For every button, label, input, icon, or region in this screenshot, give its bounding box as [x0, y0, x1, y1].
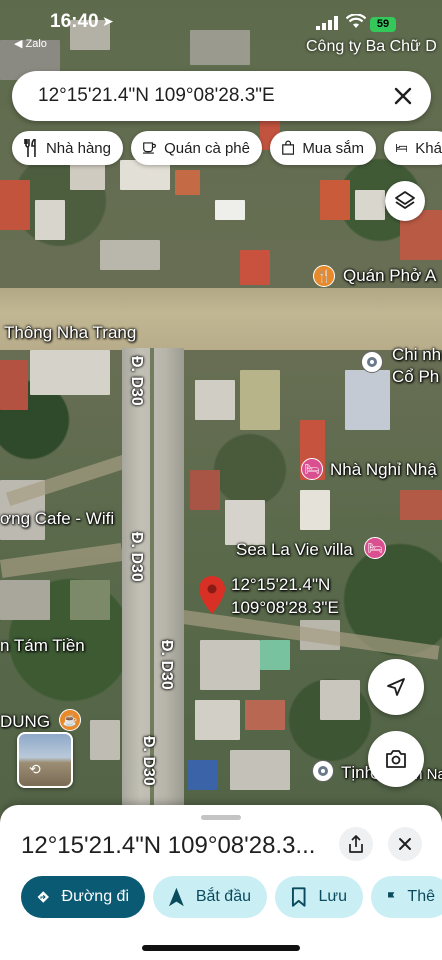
label-villa[interactable]: Sea La Vie villa: [236, 540, 353, 560]
restaurant-icon[interactable]: 🍴: [313, 265, 335, 287]
status-bar: 16:40 ➤ ◀ Zalo 59 Công ty Ba Chữ D: [0, 0, 442, 55]
search-bar[interactable]: 12°15'21.4"N 109°08'28.3"E: [12, 71, 431, 121]
cellular-signal-icon: [316, 16, 338, 30]
wifi-icon: [346, 14, 366, 28]
lens-button[interactable]: [368, 731, 424, 787]
label-pho[interactable]: Quán Phở A: [343, 266, 436, 286]
flag-icon: [388, 892, 395, 903]
layers-button[interactable]: [385, 181, 425, 221]
coffee-icon[interactable]: ☕: [59, 709, 81, 731]
label-chi-nhanh[interactable]: Chi nh: [392, 345, 441, 365]
location-pin-icon[interactable]: [199, 576, 225, 614]
label-dung[interactable]: DUNG: [0, 712, 50, 732]
street-view-thumbnail[interactable]: ⟲: [17, 732, 73, 788]
sheet-drag-handle[interactable]: [201, 815, 241, 820]
chip-hotels[interactable]: Khá: [384, 131, 442, 165]
shopping-bag-icon: [282, 140, 295, 155]
coffee-cup-icon: [143, 142, 156, 154]
label-nha-nghi[interactable]: Nhà Nghỉ Nhậ: [330, 460, 437, 480]
directions-button[interactable]: Đường đi: [21, 876, 145, 918]
status-time: 16:40: [50, 11, 99, 32]
action-label: Bắt đầu: [195, 888, 251, 905]
place-pin-icon[interactable]: [361, 351, 383, 373]
place-title: 12°15'21.4"N 109°08'28.3...: [21, 832, 316, 859]
hotel-icon[interactable]: 🛏: [364, 537, 386, 559]
place-bottom-sheet[interactable]: 12°15'21.4"N 109°08'28.3... Đường đi Bắt…: [0, 805, 442, 960]
action-label: Thê: [407, 888, 435, 905]
chip-label: Khá: [415, 139, 442, 157]
back-to-app[interactable]: ◀ Zalo: [14, 37, 47, 50]
pin-lng-label: 109°08'28.3"E: [231, 598, 339, 617]
label-cafe-wifi[interactable]: ơng Cafe - Wifi: [0, 509, 114, 529]
search-query[interactable]: 12°15'21.4"N 109°08'28.3"E: [38, 85, 275, 107]
hotel-icon[interactable]: 🛏: [301, 458, 323, 480]
directions-icon: [37, 891, 49, 903]
share-icon: [349, 835, 363, 853]
layers-icon: [395, 191, 415, 209]
share-button[interactable]: [339, 827, 373, 861]
close-icon: [399, 838, 411, 850]
add-label-button[interactable]: Thê: [371, 876, 442, 918]
label-company[interactable]: Công ty Ba Chữ D: [306, 38, 437, 56]
save-button[interactable]: Lưu: [275, 876, 363, 918]
navigation-arrow-icon: [169, 887, 184, 907]
action-label: Đường đi: [61, 888, 129, 905]
label-co-phan[interactable]: Cổ Ph: [392, 367, 439, 387]
location-arrow-icon: ➤: [102, 13, 114, 29]
navigation-arrow-icon: [387, 678, 405, 696]
home-indicator: [142, 945, 300, 951]
close-icon[interactable]: [389, 82, 417, 110]
chip-label: Mua sắm: [302, 139, 364, 157]
close-sheet-button[interactable]: [388, 827, 422, 861]
chip-cafes[interactable]: Quán cà phê: [131, 131, 262, 165]
action-label: Lưu: [318, 888, 347, 905]
pin-lat-label: 12°15'21.4"N: [231, 575, 331, 594]
rotate-360-icon: ⟲: [29, 761, 41, 777]
road-label-d30: Đ. D30: [158, 640, 175, 690]
bed-icon: [396, 144, 408, 152]
chip-shopping[interactable]: Mua sắm: [270, 131, 376, 165]
chip-label: Quán cà phê: [164, 139, 250, 157]
label-tam-tien[interactable]: n Tám Tiền: [0, 636, 85, 656]
my-location-button[interactable]: [368, 659, 424, 715]
chip-restaurants[interactable]: Nhà hàng: [12, 131, 123, 165]
label-road-main: Thông Nha Trang: [4, 323, 137, 342]
camera-lens-icon: [386, 750, 406, 768]
road-label-d30: Đ. D30: [128, 356, 145, 406]
bookmark-icon: [291, 887, 306, 907]
place-pin-icon[interactable]: [312, 760, 334, 782]
road-label-d30: Đ. D30: [128, 532, 145, 582]
chip-label: Nhà hàng: [45, 139, 111, 157]
start-button[interactable]: Bắt đầu: [153, 876, 267, 918]
battery-indicator: 59: [370, 17, 396, 32]
fork-knife-icon: [24, 139, 36, 157]
road-label-d30: Đ. D30: [140, 736, 157, 786]
